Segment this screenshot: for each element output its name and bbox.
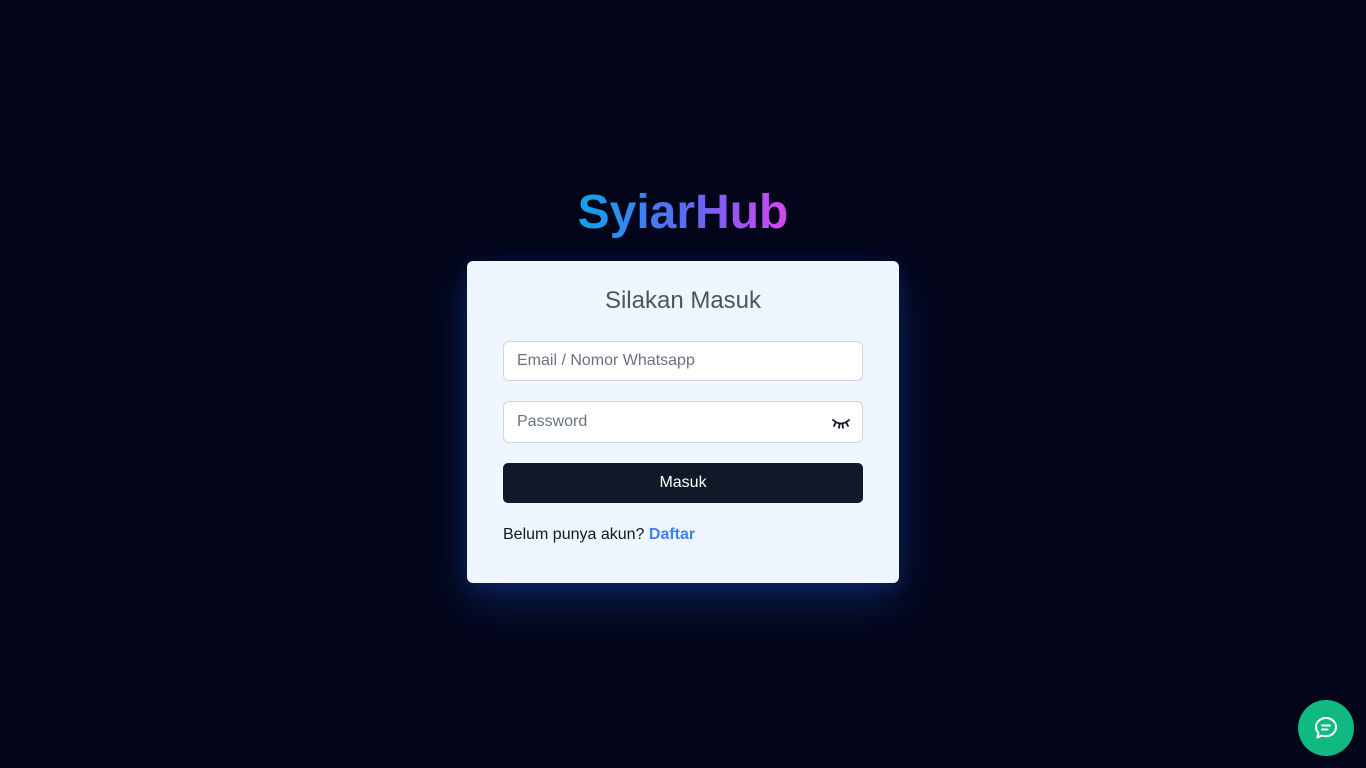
brand-name: SyiarHub	[577, 186, 789, 239]
register-prompt: Belum punya akun?	[503, 526, 645, 543]
identifier-input[interactable]	[504, 342, 862, 380]
login-title: Silakan Masuk	[604, 287, 762, 314]
register-link[interactable]: Daftar	[649, 526, 695, 543]
password-field-wrapper	[503, 401, 863, 443]
eye-closed-icon[interactable]	[830, 413, 852, 433]
chat-button[interactable]	[1298, 700, 1354, 756]
brand-logo: SyiarHub	[0, 184, 1366, 242]
password-input[interactable]	[504, 402, 862, 442]
login-card: Silakan Masuk Masuk Belum punya akun? Da…	[467, 261, 899, 583]
chat-bubble-icon	[1315, 717, 1337, 739]
register-row: Belum punya akun? Daftar	[503, 525, 695, 545]
login-page: SyiarHub Silakan Masuk Masuk Belum punya…	[0, 0, 1366, 768]
login-button[interactable]: Masuk	[503, 463, 863, 503]
identifier-field-wrapper	[503, 341, 863, 381]
